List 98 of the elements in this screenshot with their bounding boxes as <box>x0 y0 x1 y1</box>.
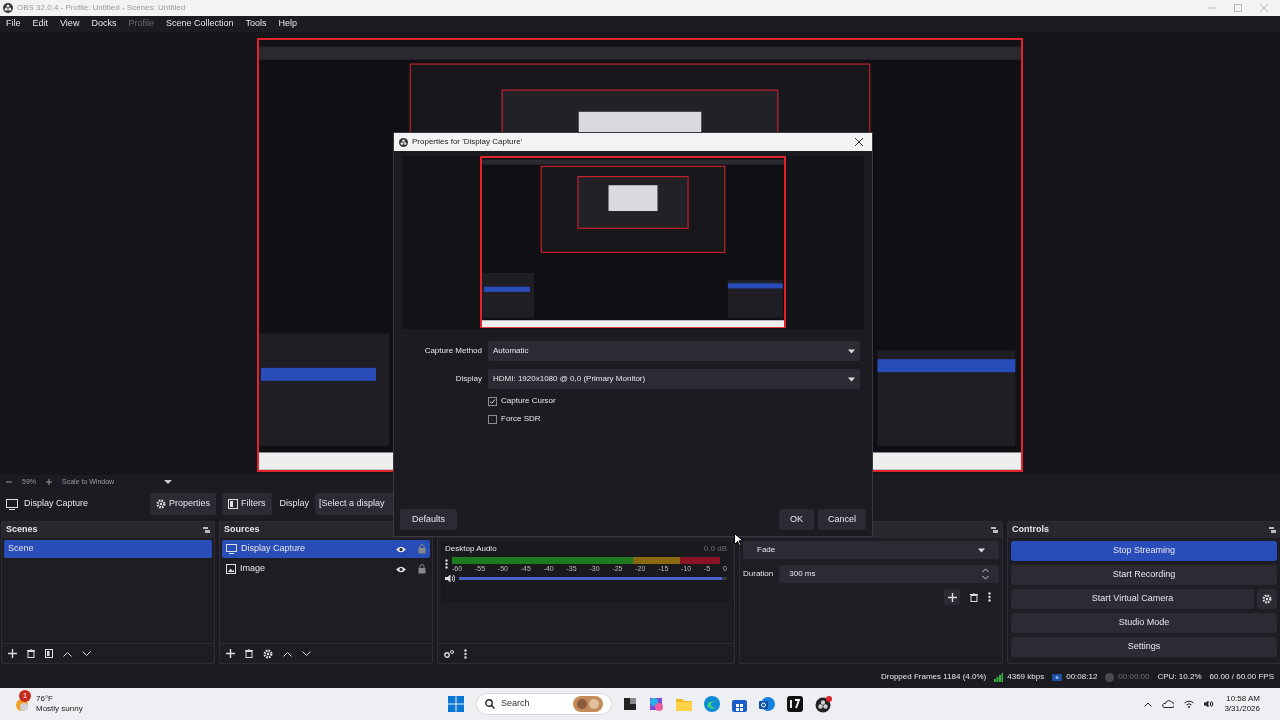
wifi-icon[interactable] <box>1184 700 1195 708</box>
control-button[interactable]: Start Virtual Camera <box>1011 589 1254 609</box>
duration-label: Duration <box>743 568 774 580</box>
db-reading: 0.0 dB <box>703 543 727 555</box>
search-field[interactable]: Search <box>476 693 612 715</box>
monitor-icon <box>226 544 237 554</box>
eye-icon[interactable] <box>396 565 406 573</box>
toolbar-button[interactable]: Properties <box>150 493 217 515</box>
source-item[interactable]: Image <box>222 560 430 578</box>
weather-condition: Mostly sunny <box>36 704 83 714</box>
search-highlight-icon <box>573 696 603 712</box>
image-icon <box>226 564 236 574</box>
channel-name: Desktop Audio <box>445 543 497 555</box>
zoom-in-icon[interactable] <box>46 479 52 485</box>
menu-item[interactable]: Docks <box>91 17 117 31</box>
add-icon[interactable] <box>8 649 17 658</box>
menu-item[interactable]: Edit <box>32 17 49 31</box>
recording-app-icon[interactable] <box>815 695 832 713</box>
source-label: Image <box>240 562 265 576</box>
cpu-usage: CPU: 10.2% <box>1157 671 1202 683</box>
duration-field[interactable]: 300 ms <box>779 565 999 583</box>
browser-icon[interactable] <box>704 696 720 712</box>
menu-item[interactable]: File <box>6 17 21 31</box>
streaming-icon <box>1052 673 1063 681</box>
menu-item[interactable]: Scene Collection <box>165 17 234 31</box>
spinner-arrows-icon <box>982 568 989 580</box>
float-dock-icon[interactable] <box>991 527 998 533</box>
source-name: Display Capture <box>24 497 90 511</box>
speaker-icon[interactable] <box>445 574 455 583</box>
display-label: Display <box>279 497 310 511</box>
more-icon[interactable] <box>464 648 467 659</box>
float-dock-icon[interactable] <box>1269 527 1276 533</box>
search-icon <box>485 699 495 709</box>
scene-item[interactable]: Scene <box>4 540 212 558</box>
temperature: 76°F <box>36 694 54 704</box>
mail-icon[interactable] <box>759 696 775 712</box>
more-icon[interactable] <box>988 592 991 602</box>
add-icon[interactable] <box>226 649 235 658</box>
control-button[interactable]: Start Recording <box>1011 565 1277 585</box>
menu-item[interactable]: Tools <box>245 17 267 31</box>
move-up-icon[interactable] <box>63 650 72 657</box>
toolbar-button[interactable]: Filters <box>222 493 272 515</box>
gears-icon[interactable] <box>444 649 454 658</box>
filter-icon <box>228 499 239 509</box>
chevron-up-icon[interactable] <box>1144 701 1153 707</box>
dropdown-caret-icon <box>978 547 985 553</box>
cancel-button[interactable]: Cancel <box>818 509 866 530</box>
control-button[interactable]: Settings <box>1011 637 1277 657</box>
record-dot-icon <box>1105 672 1115 682</box>
gear-icon[interactable] <box>263 648 273 659</box>
task-view-icon[interactable] <box>624 698 636 710</box>
eye-icon[interactable] <box>396 545 406 553</box>
control-button[interactable]: Stop Streaming <box>1011 541 1277 561</box>
dock-title: Controls <box>1012 523 1049 537</box>
float-dock-icon[interactable] <box>203 527 210 533</box>
cloud-icon[interactable] <box>1162 700 1175 708</box>
volume-icon[interactable] <box>1204 700 1215 708</box>
bitrate: 4369 kbps <box>1007 671 1045 683</box>
dock-title: Scenes <box>6 523 38 537</box>
dock-title: Sources <box>224 523 260 537</box>
add-icon <box>947 592 957 602</box>
dropdown-caret-icon[interactable] <box>164 479 173 485</box>
gear-icon <box>156 499 166 509</box>
mouse-cursor-icon <box>734 533 743 546</box>
dropped-frames: Dropped Frames 1184 (4.0%) <box>881 671 987 683</box>
control-button[interactable]: Studio Mode <box>1011 613 1277 633</box>
stream-time: 00:08:12 <box>1066 671 1098 683</box>
notification-badge: 1 <box>19 690 31 702</box>
monitor-icon <box>6 498 18 510</box>
filter-icon[interactable] <box>45 649 53 658</box>
menu-item[interactable]: Help <box>278 17 297 31</box>
defaults-button[interactable]: Defaults <box>400 509 458 530</box>
menu-item[interactable]: View <box>60 17 80 31</box>
source-label: Display Capture <box>241 542 306 556</box>
move-down-icon[interactable] <box>82 650 91 657</box>
colorful-app-icon[interactable] <box>648 696 664 712</box>
trash-icon[interactable] <box>970 592 978 602</box>
record-time: 00:00:00 <box>1118 671 1150 683</box>
move-up-icon[interactable] <box>283 650 292 657</box>
clock-date[interactable]: 3/31/2026 <box>1224 704 1260 714</box>
add-transition-button[interactable] <box>944 589 960 605</box>
transition-dropdown[interactable]: Fade <box>743 541 999 559</box>
clock-time[interactable]: 10:58 AM <box>1226 694 1260 704</box>
gear-icon <box>1262 594 1272 604</box>
fps-reading: 60.00 / 60.00 FPS <box>1209 671 1274 683</box>
dark-app-icon[interactable] <box>787 696 803 712</box>
lock-icon[interactable] <box>418 564 426 574</box>
more-icon[interactable] <box>445 559 448 569</box>
zoom-out-icon[interactable] <box>6 479 12 485</box>
signal-bars-icon <box>994 672 1004 682</box>
window-title: OBS 32.0.4 - Profile: Untitled - Scenes: Untitled <box>17 2 186 14</box>
app-logo-icon <box>3 3 13 13</box>
move-down-icon[interactable] <box>302 650 311 657</box>
ok-button[interactable]: OK <box>779 509 814 530</box>
virtual-camera-settings-button[interactable] <box>1257 589 1277 609</box>
trash-icon[interactable] <box>245 649 253 658</box>
trash-icon[interactable] <box>27 649 35 658</box>
source-item[interactable]: Display Capture <box>222 540 430 558</box>
